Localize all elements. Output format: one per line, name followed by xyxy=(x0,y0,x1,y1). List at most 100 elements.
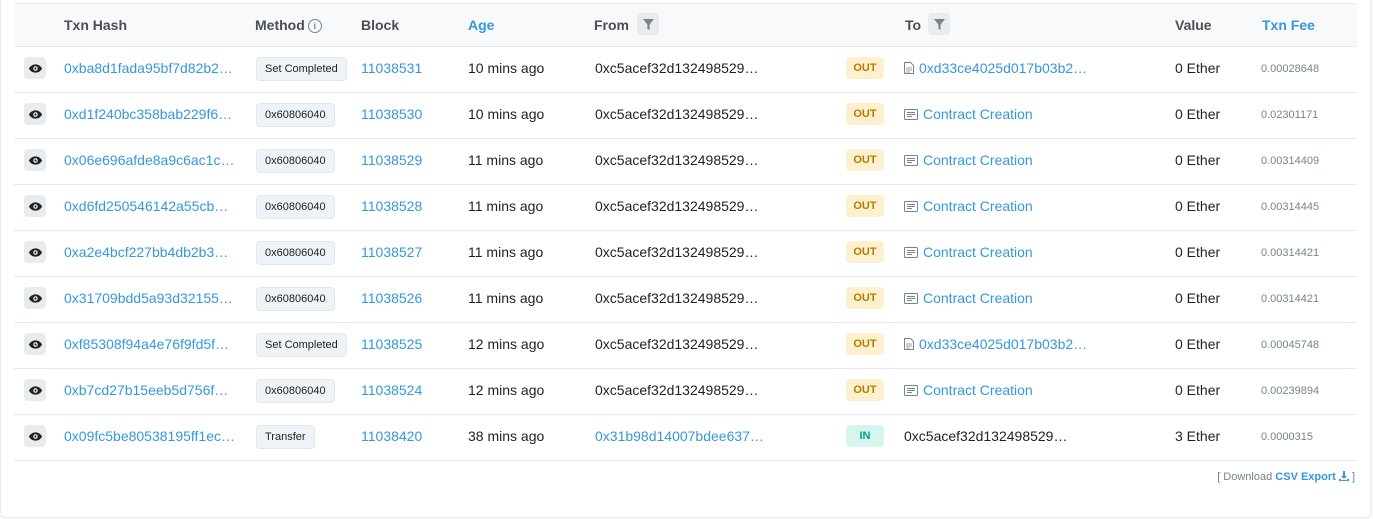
block-link[interactable]: 11038529 xyxy=(361,152,422,168)
to-cell: Contract Creation xyxy=(904,290,1033,306)
info-icon[interactable]: i xyxy=(307,19,322,33)
from-filter-button[interactable] xyxy=(637,13,659,35)
view-details-button[interactable] xyxy=(24,333,46,355)
table-body: 0xba8d1fada95bf7d82b2… Set Completed 110… xyxy=(14,47,1357,461)
download-icon xyxy=(1338,471,1349,481)
txn-hash-link[interactable]: 0xa2e4bcf227bb4db2b3… xyxy=(64,244,228,260)
eye-icon xyxy=(28,247,42,257)
to-address[interactable]: Contract Creation xyxy=(923,198,1033,214)
to-cell: Contract Creation xyxy=(904,244,1033,260)
txn-fee-text: 0.00314421 xyxy=(1261,247,1320,259)
download-suffix: ] xyxy=(1351,471,1355,483)
direction-badge: OUT xyxy=(846,149,884,171)
txn-hash-link[interactable]: 0xba8d1fada95bf7d82b2… xyxy=(64,60,233,76)
block-link[interactable]: 11038528 xyxy=(361,198,422,214)
direction-badge: OUT xyxy=(846,195,884,217)
value-text: 0 Ether xyxy=(1175,382,1221,398)
from-address[interactable]: 0x31b98d14007bdee637… xyxy=(595,428,764,444)
txn-fee-text: 0.0000315 xyxy=(1261,431,1313,443)
txn-hash-link[interactable]: 0x31709bdd5a93d32155… xyxy=(64,290,233,306)
contract-creation-icon xyxy=(904,292,918,304)
header-age-toggle[interactable]: Age xyxy=(468,17,494,33)
method-badge: 0x60806040 xyxy=(256,241,335,265)
block-link[interactable]: 11038527 xyxy=(361,244,422,260)
from-address: 0xc5acef32d132498529… xyxy=(595,198,759,214)
to-address[interactable]: Contract Creation xyxy=(923,106,1033,122)
block-link[interactable]: 11038530 xyxy=(361,106,422,122)
to-address[interactable]: Contract Creation xyxy=(923,382,1033,398)
method-badge: Set Completed xyxy=(256,57,347,81)
value-text: 3 Ether xyxy=(1175,428,1221,444)
header-to: To xyxy=(905,17,922,33)
value-text: 0 Ether xyxy=(1175,198,1221,214)
to-address[interactable]: 0xd33ce4025d017b03b2… xyxy=(919,336,1087,352)
txn-hash-link[interactable]: 0xd1f240bc358bab229f6… xyxy=(64,106,232,122)
table-row: 0xb7cd27b15eeb5d756f… 0x60806040 1103852… xyxy=(14,369,1357,415)
view-details-button[interactable] xyxy=(24,149,46,171)
to-address[interactable]: Contract Creation xyxy=(923,244,1033,260)
contract-creation-icon xyxy=(904,108,918,120)
to-cell: Contract Creation xyxy=(904,152,1033,168)
value-text: 0 Ether xyxy=(1175,152,1221,168)
method-badge: 0x60806040 xyxy=(256,379,335,403)
block-link[interactable]: 11038526 xyxy=(361,290,422,306)
txn-fee-text: 0.00314409 xyxy=(1261,155,1320,167)
direction-badge: OUT xyxy=(846,333,884,355)
view-details-button[interactable] xyxy=(24,287,46,309)
age-text: 10 mins ago xyxy=(468,106,545,122)
eye-icon xyxy=(28,293,42,303)
method-badge: 0x60806040 xyxy=(256,103,335,127)
block-link[interactable]: 11038524 xyxy=(361,382,422,398)
txn-hash-link[interactable]: 0xf85308f94a4e76f9fd5f… xyxy=(64,336,229,352)
filter-icon xyxy=(642,18,654,30)
to-address[interactable]: Contract Creation xyxy=(923,152,1033,168)
txn-fee-text: 0.00045748 xyxy=(1261,339,1320,351)
to-filter-button[interactable] xyxy=(928,13,950,35)
direction-badge: IN xyxy=(846,425,884,447)
to-cell: 0xd33ce4025d017b03b2… xyxy=(904,336,1087,352)
header-method: Method i xyxy=(255,17,322,33)
txn-hash-link[interactable]: 0x09fc5be80538195ff1ec… xyxy=(64,428,235,444)
table-row: 0xba8d1fada95bf7d82b2… Set Completed 110… xyxy=(14,47,1357,93)
txn-hash-link[interactable]: 0xb7cd27b15eeb5d756f… xyxy=(64,382,228,398)
block-link[interactable]: 11038420 xyxy=(361,428,422,444)
filter-icon xyxy=(933,18,945,30)
txn-hash-link[interactable]: 0xd6fd250546142a55cb… xyxy=(64,198,228,214)
from-address: 0xc5acef32d132498529… xyxy=(595,290,759,306)
value-text: 0 Ether xyxy=(1175,106,1221,122)
value-text: 0 Ether xyxy=(1175,336,1221,352)
from-address: 0xc5acef32d132498529… xyxy=(595,336,759,352)
value-text: 0 Ether xyxy=(1175,290,1221,306)
txn-hash-link[interactable]: 0x06e696afde8a9c6ac1c… xyxy=(64,152,234,168)
header-txn-fee-toggle[interactable]: Txn Fee xyxy=(1262,17,1315,33)
view-details-button[interactable] xyxy=(24,425,46,447)
block-link[interactable]: 11038525 xyxy=(361,336,422,352)
direction-badge: OUT xyxy=(846,241,884,263)
to-cell: Contract Creation xyxy=(904,198,1033,214)
to-cell: Contract Creation xyxy=(904,382,1033,398)
csv-export-link[interactable]: CSV Export xyxy=(1275,471,1352,483)
eye-icon xyxy=(28,385,42,395)
txn-fee-text: 0.00239894 xyxy=(1261,385,1320,397)
view-details-button[interactable] xyxy=(24,379,46,401)
header-value: Value xyxy=(1175,17,1212,33)
header-from: From xyxy=(594,17,629,33)
to-cell: 0xc5acef32d132498529… xyxy=(904,428,1067,444)
to-address[interactable]: 0xd33ce4025d017b03b2… xyxy=(919,60,1087,76)
table-header: Txn Hash Method i Block Age From To Value… xyxy=(14,3,1357,47)
method-badge: 0x60806040 xyxy=(256,195,335,219)
view-details-button[interactable] xyxy=(24,103,46,125)
view-details-button[interactable] xyxy=(24,195,46,217)
view-details-button[interactable] xyxy=(24,241,46,263)
age-text: 11 mins ago xyxy=(468,198,544,214)
direction-badge: OUT xyxy=(846,103,884,125)
to-address[interactable]: Contract Creation xyxy=(923,290,1033,306)
header-method-label: Method xyxy=(255,17,305,33)
block-link[interactable]: 11038531 xyxy=(361,60,422,76)
table-row: 0x06e696afde8a9c6ac1c… 0x60806040 110385… xyxy=(14,139,1357,185)
age-text: 38 mins ago xyxy=(468,428,545,444)
direction-badge: OUT xyxy=(846,379,884,401)
txn-fee-text: 0.02301171 xyxy=(1261,109,1319,121)
txn-fee-text: 0.00028648 xyxy=(1261,63,1320,75)
view-details-button[interactable] xyxy=(24,57,46,79)
